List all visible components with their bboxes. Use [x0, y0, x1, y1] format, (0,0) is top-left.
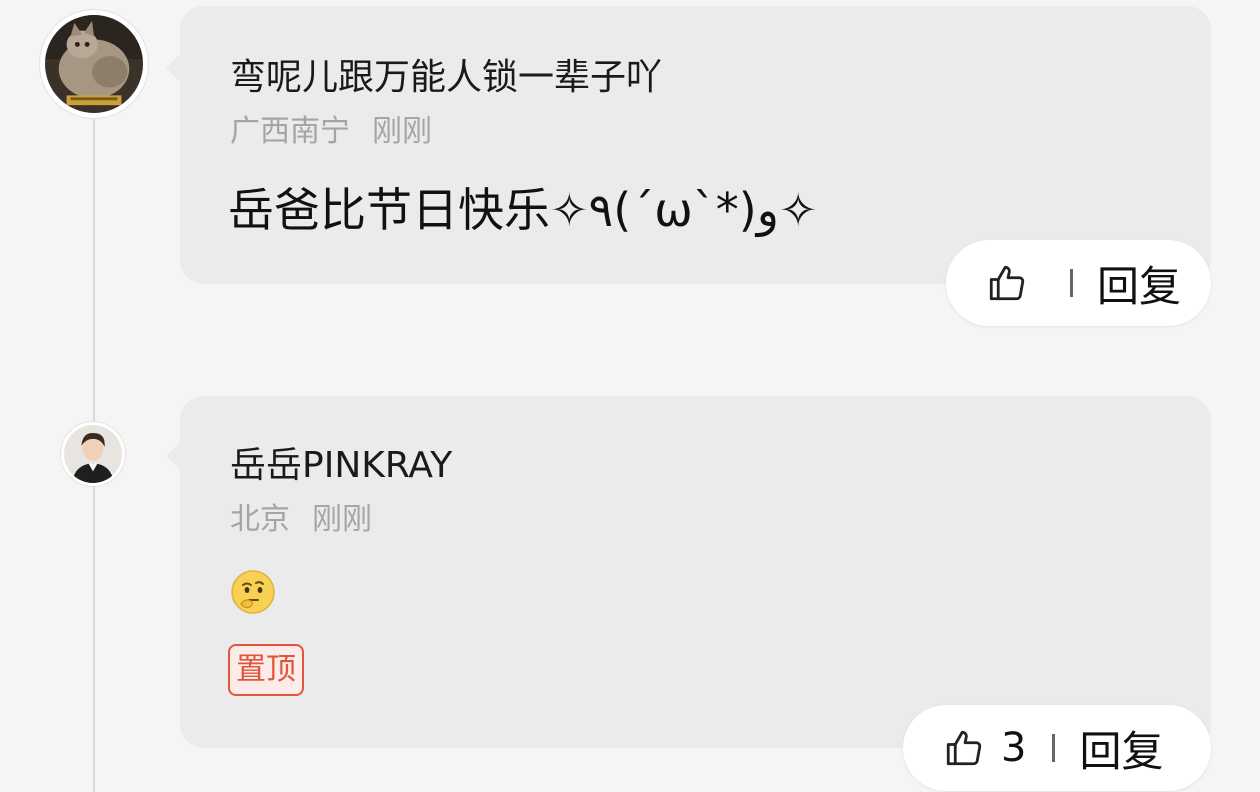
user-avatar[interactable]	[61, 422, 125, 486]
user-avatar[interactable]	[40, 10, 148, 118]
comment-meta: 广西南宁 刚刚	[230, 106, 432, 150]
comment-text: 岳爸比节日快乐✧٩(ˊωˋ*)و✧	[228, 183, 818, 237]
comment-username[interactable]: 弯呢儿跟万能人锁一辈子吖	[230, 48, 662, 100]
comment-time: 刚刚	[312, 502, 372, 537]
comment-actions: 回复	[946, 240, 1211, 326]
reply-button[interactable]: 回复	[1079, 718, 1163, 779]
comment-location: 北京	[230, 502, 290, 537]
comment-bubble: 岳岳PINKRAY 北京 刚刚 置顶	[166, 396, 1211, 748]
thinking-face-emoji-icon	[229, 568, 277, 616]
comment-meta: 北京 刚刚	[230, 494, 372, 538]
comment-time: 刚刚	[372, 114, 432, 149]
comment-actions: 3 回复	[903, 705, 1211, 791]
pinned-badge: 置顶	[228, 644, 304, 696]
like-count: 3	[1001, 725, 1027, 771]
person-photo-avatar-icon	[64, 425, 122, 483]
comment-thread-page: 弯呢儿跟万能人锁一辈子吖 广西南宁 刚刚 岳爸比节日快乐✧٩(ˊωˋ*)و✧ 回复…	[0, 0, 1260, 792]
comment-location: 广西南宁	[230, 114, 350, 149]
thumbs-up-icon[interactable]	[986, 262, 1028, 304]
cat-photo-avatar-icon	[45, 15, 143, 113]
reply-button[interactable]: 回复	[1097, 253, 1181, 314]
action-divider	[1052, 734, 1056, 762]
comment-username[interactable]: 岳岳PINKRAY	[230, 436, 452, 488]
thumbs-up-icon[interactable]	[943, 727, 985, 769]
action-divider	[1070, 269, 1073, 297]
